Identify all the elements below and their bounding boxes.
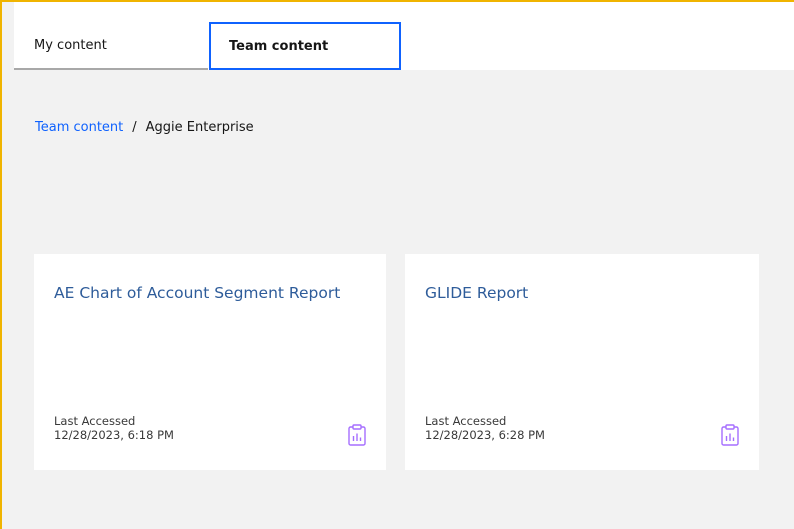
report-card-glide[interactable]: GLIDE Report Last Accessed 12/28/2023, 6… [405, 254, 759, 470]
last-accessed-value: 12/28/2023, 6:28 PM [425, 428, 545, 442]
last-accessed-label: Last Accessed [425, 414, 507, 428]
last-accessed-value: 12/28/2023, 6:18 PM [54, 428, 174, 442]
report-card-ae-chart[interactable]: AE Chart of Account Segment Report Last … [34, 254, 386, 470]
report-card-meta: Last Accessed 12/28/2023, 6:18 PM [54, 414, 174, 442]
last-accessed-label: Last Accessed [54, 414, 136, 428]
tab-my-content-label: My content [34, 37, 107, 53]
app-frame: My content Team content Team content / Agg… [0, 0, 794, 529]
tab-team-content[interactable]: Team content [209, 22, 401, 70]
tab-team-content-label: Team content [229, 38, 329, 54]
breadcrumb: Team content / Aggie Enterprise [35, 120, 254, 135]
tab-my-content[interactable]: My content [14, 22, 208, 70]
report-icon [348, 424, 366, 446]
breadcrumb-team-content-link[interactable]: Team content [35, 120, 123, 135]
breadcrumb-current: Aggie Enterprise [145, 120, 254, 135]
report-icon [721, 424, 739, 446]
report-card-title[interactable]: AE Chart of Account Segment Report [54, 276, 344, 310]
report-card-meta: Last Accessed 12/28/2023, 6:28 PM [425, 414, 545, 442]
content-tabs: My content Team content [14, 2, 794, 70]
breadcrumb-separator: / [132, 120, 137, 135]
report-card-title[interactable]: GLIDE Report [425, 276, 715, 310]
